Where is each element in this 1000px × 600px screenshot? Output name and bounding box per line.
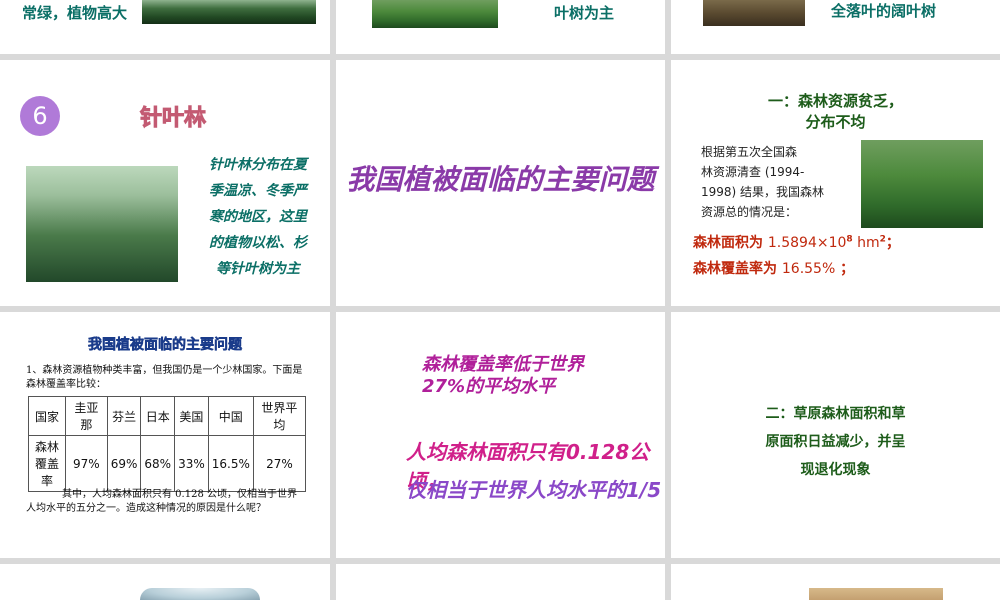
slide-body: 针叶林分布在夏 季温凉、冬季严 寒的地区，这里 的植物以松、杉 等针叶树为主 — [190, 152, 326, 282]
table-header: 圭亚那 — [65, 396, 108, 436]
conifer-forest-photo — [26, 166, 178, 282]
slide-outro: 其中，人均森林面积只有 0.128 公顷，仅相当于世界人均水平的五分之一。造成这… — [26, 489, 297, 514]
slide-thumbnail-bottom-left[interactable] — [0, 564, 330, 600]
table-header-row: 国家 圭亚那 芬兰 日本 美国 中国 世界平均 — [28, 396, 307, 436]
table-cell: 16.5% — [207, 435, 254, 492]
slide-heading: 我国植被面临的主要问题 — [346, 163, 655, 196]
table-cell: 97% — [65, 435, 108, 492]
slide-thumbnail-conifer[interactable]: 6 针叶林 针叶林分布在夏 季温凉、冬季严 寒的地区，这里 的植物以松、杉 等针… — [0, 60, 330, 306]
body-line: 寒的地区，这里 — [209, 209, 307, 225]
heading-line: 原面积日益减少，并呈 — [765, 434, 906, 450]
body-line: 针叶林分布在夏 — [209, 157, 307, 173]
slide-text: 常绿，植物高大 — [22, 4, 128, 22]
slide-intro: 1、森林资源植物种类丰富，但我国仍是一个少林国家。下面是森林覆盖率比较： — [26, 365, 303, 390]
slide-heading: 二：草原森林面积和草 原面积日益减少，并呈 现退化现象 — [671, 400, 1000, 484]
table-row-label: 森林覆盖率 — [28, 435, 66, 492]
slide-thumbnail-main-problem[interactable]: 我国植被面临的主要问题 — [336, 60, 665, 306]
table-header: 中国 — [207, 396, 254, 436]
slide-thumbnail-grassland[interactable]: 二：草原森林面积和草 原面积日益减少，并呈 现退化现象 — [671, 312, 1000, 558]
table-header: 世界平均 — [252, 396, 307, 436]
heading-line: 现退化现象 — [800, 462, 871, 478]
table-cell: 33% — [174, 435, 209, 492]
slide-title: 针叶林 — [139, 106, 207, 132]
slide-heading: 我国植被面临的主要问题 — [88, 337, 243, 354]
slide-thumbnail-coverage-table[interactable]: 我国植被面临的主要问题 1、森林资源植物种类丰富，但我国仍是一个少林国家。下面是… — [0, 312, 330, 558]
table-header: 日本 — [140, 396, 176, 436]
table-row: 森林覆盖率 97% 69% 68% 33% 16.5% 27% — [28, 435, 307, 492]
slide-text: 仅相当于世界人均水平的1/5 — [406, 478, 662, 502]
heading-line: 分布不均 — [805, 113, 866, 131]
heading-line: 一：森林资源贫乏， — [767, 92, 903, 110]
coverage-comparison-table: 国家 圭亚那 芬兰 日本 美国 中国 世界平均 森林覆盖率 97% 69% 68… — [28, 396, 307, 492]
body-line: 林资源清查 (1994- — [701, 165, 805, 179]
slide-thumbnail-top-left[interactable]: 常绿，植物高大 — [0, 0, 330, 54]
slide-thumbnail-coverage-low[interactable]: 森林覆盖率低于世界 27%的平均水平 人均森林面积只有0.128公顷， 仅相当于… — [336, 312, 665, 558]
slide-thumbnail-top-right[interactable]: 全落叶的阔叶树 — [671, 0, 1000, 54]
body-line: 季温凉、冬季严 — [209, 183, 307, 199]
body-line: 1998) 结果，我国森林 — [701, 185, 825, 199]
forest-photo — [142, 0, 316, 24]
slide-number-badge: 6 — [20, 96, 60, 136]
woodland-photo — [703, 0, 805, 26]
slide-text: 全落叶的阔叶树 — [831, 2, 937, 20]
body-line: 根据第五次全国森 — [701, 145, 798, 159]
slide-body: 根据第五次全国森 林资源清查 (1994- 1998) 结果，我国森林 资源总的… — [701, 142, 851, 222]
slide-thumbnail-bottom-right[interactable] — [671, 564, 1000, 600]
slide-text: 叶树为主 — [554, 4, 615, 22]
slide-thumbnail-top-middle[interactable]: 叶树为主 — [336, 0, 665, 54]
forest-photo — [372, 0, 498, 28]
body-line: 等针叶树为主 — [216, 261, 300, 277]
table-cell: 69% — [106, 435, 142, 492]
slide-heading: 一：森林资源贫乏， 分布不均 — [671, 90, 1000, 132]
grassland-photo — [809, 588, 943, 600]
table-header: 国家 — [28, 396, 66, 436]
forest-area-line: 森林面积为 1.5894×108 hm2； — [693, 234, 900, 251]
slide-text: 27%的平均水平 — [422, 376, 556, 397]
slide-thumbnail-bottom-middle[interactable] — [336, 564, 665, 600]
table-cell: 68% — [140, 435, 176, 492]
table-header: 芬兰 — [106, 396, 142, 436]
forest-hill-photo — [861, 140, 983, 228]
mountain-photo — [140, 588, 260, 600]
heading-line: 二：草原森林面积和草 — [765, 406, 906, 422]
body-line: 资源总的情况是： — [701, 205, 798, 219]
body-line: 的植物以松、杉 — [209, 235, 307, 251]
slide-thumbnail-forest-shortage[interactable]: 一：森林资源贫乏， 分布不均 根据第五次全国森 林资源清查 (1994- 199… — [671, 60, 1000, 306]
forest-coverage-line: 森林覆盖率为 16.55% ； — [693, 261, 855, 277]
table-header: 美国 — [174, 396, 209, 436]
table-cell: 27% — [252, 435, 307, 492]
